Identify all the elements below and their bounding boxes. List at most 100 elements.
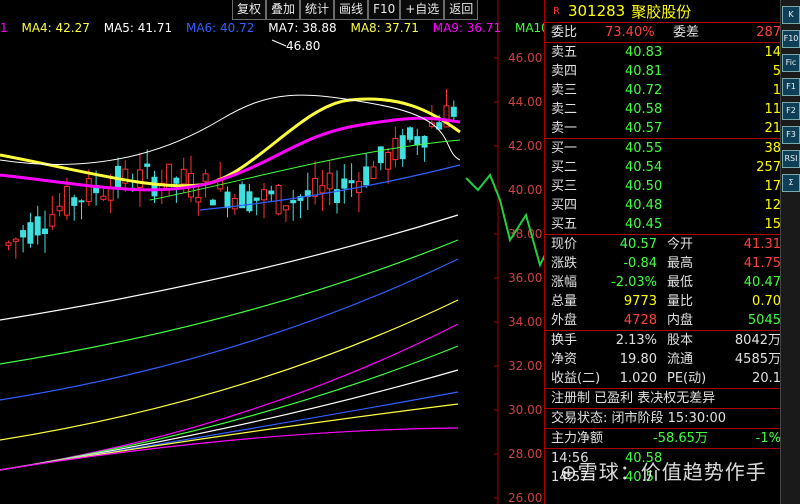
toolbar-fuquan-button[interactable]: 复权: [232, 0, 267, 20]
candle-body: [180, 168, 187, 185]
quote-row: 涨跌 -0.84 最高 41.75: [545, 254, 781, 273]
order-book-price: 40.45: [625, 217, 663, 232]
order-book-label: 买四: [551, 198, 578, 213]
info-text: 注册制 已盈利 表决权无差异: [551, 391, 716, 406]
candle-body: [71, 197, 78, 206]
price-axis-label: 30.00: [508, 403, 542, 417]
info-line-2: 交易状态: 闭市阶段 15:30:00: [545, 409, 781, 428]
fundamental-value-2: 4585万: [734, 352, 781, 367]
order-book-volume: 14: [764, 45, 781, 60]
price-axis-label: 40.00: [508, 183, 542, 197]
toolbar-add-watchlist-button[interactable]: +自选: [400, 0, 445, 20]
toolbar-overlay-button[interactable]: 叠加: [266, 0, 301, 20]
weibi-label: 委比: [551, 25, 578, 40]
ma-legend-item: MA4: 42.27: [21, 21, 90, 35]
order-book-price: 40.83: [625, 45, 663, 60]
quote-value-2: 5045: [747, 313, 781, 328]
fundamental-label-2: 股本: [667, 333, 694, 348]
weicha-value: 287: [756, 25, 781, 40]
quote-label: 涨幅: [551, 275, 578, 290]
sidebar-tool-icon[interactable]: F2: [782, 102, 800, 120]
sidebar-tool-icon[interactable]: Fic: [782, 54, 800, 72]
order-book-label: 买二: [551, 160, 578, 175]
price-axis-label: 28.00: [508, 447, 542, 461]
ma-legend-item: MA7: 38.88: [268, 21, 337, 35]
quote-label: 总量: [551, 294, 578, 309]
sidebar-tool-icon[interactable]: Σ: [782, 174, 800, 192]
candle-body: [414, 136, 421, 146]
candle-body: [421, 135, 428, 148]
candle-body: [85, 178, 92, 202]
candle-body: [312, 177, 319, 197]
main-flow-pct: -1%: [755, 431, 781, 446]
stock-name: 聚胶股份: [631, 2, 692, 21]
toolbar-draw-button[interactable]: 画线: [334, 0, 369, 20]
quote-value-2: 0.70: [752, 294, 781, 309]
order-book-row: 买一 40.55 38: [545, 139, 781, 158]
order-book-volume: 12: [764, 198, 781, 213]
quote-label-2: 内盘: [667, 313, 694, 328]
order-book-price: 40.58: [625, 102, 663, 117]
fundamental-value-2: 20.1: [752, 371, 781, 386]
candle-body: [239, 184, 246, 209]
quote-label: 外盘: [551, 313, 578, 328]
price-axis-label: 34.00: [508, 315, 542, 329]
order-book-label: 卖四: [551, 64, 578, 79]
quote-value: -0.84: [623, 256, 657, 271]
fundamental-value: 1.020: [619, 371, 657, 386]
order-book-label: 买五: [551, 217, 578, 232]
order-book-volume: 38: [764, 141, 781, 156]
toolbar-back-button[interactable]: 返回: [444, 0, 479, 20]
candle-body: [63, 185, 70, 216]
candle-body: [209, 199, 216, 206]
fundamental-label-2: PE(动): [667, 371, 707, 386]
main-flow-label: 主力净额: [551, 431, 604, 446]
toolbar-f10-button[interactable]: F10: [368, 0, 401, 20]
quote-value-2: 41.75: [743, 256, 781, 271]
candle-body: [363, 166, 370, 186]
quote-label: 涨跌: [551, 256, 578, 271]
stock-header[interactable]: R 301283 聚胶股份: [545, 0, 781, 22]
candle-body: [151, 176, 158, 197]
quote-row: 涨幅 -2.03% 最低 40.47: [545, 273, 781, 292]
quote-value: 40.57: [619, 237, 657, 252]
sidebar-tool-icon[interactable]: F3: [782, 126, 800, 144]
fundamental-row: 净资 19.80 流通 4585万: [545, 350, 781, 369]
quote-value: 4728: [623, 313, 657, 328]
ma-legend-item: MA5: 41.71: [103, 21, 173, 35]
fundamental-label: 净资: [551, 352, 578, 367]
candle-body: [253, 197, 260, 201]
candle-body: [290, 200, 297, 204]
sidebar-tool-icon[interactable]: RSI: [782, 150, 800, 168]
toolbar-stats-button[interactable]: 统计: [300, 0, 335, 20]
trade-status-text: 交易状态: 闭市阶段 15:30:00: [551, 411, 727, 426]
candle-body: [370, 166, 377, 180]
quote-label-2: 量比: [667, 294, 694, 309]
order-book-volume: 17: [764, 179, 781, 194]
fundamental-value-2: 8042万: [734, 333, 781, 348]
order-book-volume: 21: [764, 121, 781, 136]
sidebar-tool-icon[interactable]: F1: [782, 78, 800, 96]
candle-body: [385, 151, 392, 170]
quote-value: -2.03%: [611, 275, 657, 290]
ma-legend-item: MA9: 36.71: [432, 21, 502, 35]
quote-label: 现价: [551, 237, 578, 252]
price-axis-label: 44.00: [508, 95, 542, 109]
order-book-label: 买三: [551, 179, 578, 194]
candle-body: [261, 189, 267, 201]
main-flow-row: 主力净额 -58.65万 -1%: [545, 429, 781, 448]
candle-body: [377, 146, 384, 164]
candle-body: [348, 180, 355, 184]
candle-body: [392, 137, 399, 161]
candle-body: [407, 127, 413, 140]
tool-sidebar: K F10 Fic F1 F2 F3 RSI Σ: [780, 0, 800, 504]
sidebar-tool-icon[interactable]: F10: [782, 30, 800, 48]
candle-body: [5, 242, 12, 246]
candle-body: [246, 191, 253, 212]
weibi-row: 委比 73.40% 委差 287: [545, 23, 781, 42]
order-book-volume: 1: [772, 83, 781, 98]
order-book-row: 买三 40.50 17: [545, 177, 781, 196]
candle-body: [282, 205, 289, 211]
sidebar-tool-icon[interactable]: K: [782, 6, 800, 24]
candle-body: [224, 191, 231, 209]
